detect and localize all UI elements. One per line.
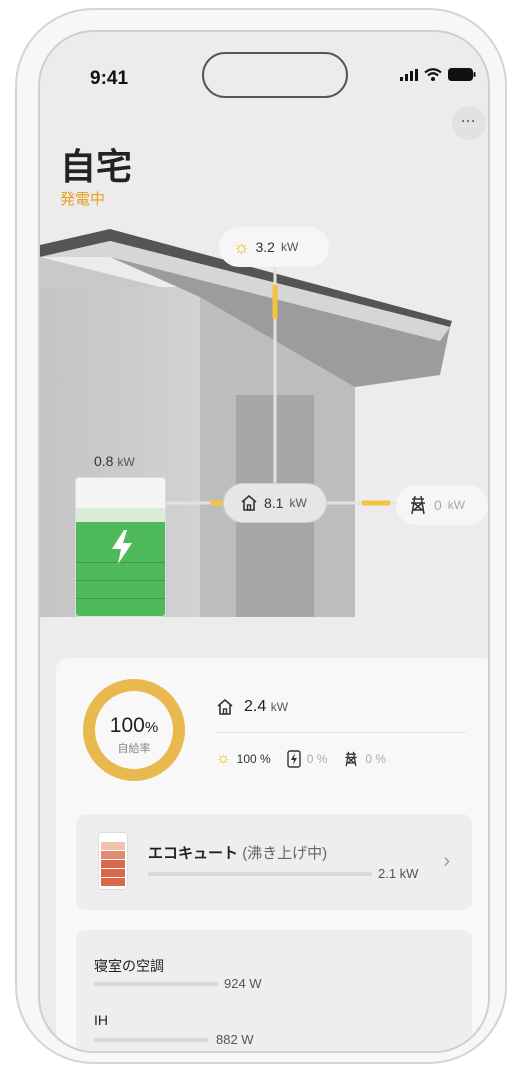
grid-value: 0 — [434, 497, 442, 513]
battery-cell-divider — [76, 580, 165, 581]
battery-icon — [287, 750, 301, 768]
device-list-card: 寝室の空調 924 W IH 882 W — [76, 930, 472, 1051]
house-icon — [241, 495, 257, 511]
home-unit: kW — [289, 496, 307, 510]
battery-ratio: 0 % — [306, 752, 328, 766]
device-name: 寝室の空調 — [94, 958, 164, 974]
signal-icon — [400, 68, 418, 81]
device-bar — [94, 1038, 208, 1042]
power-tower-icon — [411, 495, 425, 515]
wifi-icon — [424, 68, 442, 81]
battery-unit: kW — [117, 455, 135, 469]
status-time: 9:41 — [90, 68, 129, 89]
sun-icon: ☼ — [216, 750, 231, 767]
device-value: 882 W — [216, 1032, 254, 1047]
grid-unit: kW — [447, 498, 466, 512]
self-sufficiency-label: 自給率 — [117, 743, 151, 755]
battery-value: 0.8 — [94, 453, 114, 469]
ecocute-title: エコキュート (沸き上げ中) — [148, 842, 327, 863]
home-usage-row: 2.4 kW — [216, 698, 288, 716]
ecocute-name: エコキュート — [148, 845, 239, 862]
ecocute-bar — [148, 872, 372, 876]
battery-cell-divider — [76, 598, 165, 599]
solar-value: 3.2 — [255, 239, 275, 255]
battery-top-cell — [76, 508, 165, 522]
solar-ratio: 100 % — [236, 752, 271, 766]
divider — [216, 732, 466, 733]
page-title: 自宅 — [60, 146, 133, 187]
self-sufficiency-ring: 100% 自給率 — [82, 678, 186, 782]
water-heater-icon — [98, 832, 128, 890]
grid-pill: 0 kW — [396, 485, 488, 525]
device-value: 924 W — [224, 976, 262, 991]
sun-icon: ☼ — [233, 236, 250, 257]
device-name: IH — [94, 1012, 108, 1028]
ecocute-value: 2.1 kW — [378, 866, 419, 881]
self-sufficiency-value: 100% — [109, 714, 159, 737]
dynamic-island — [202, 52, 348, 98]
source-ratio-row: ☼ 100 % 0 % 0 % — [216, 750, 386, 768]
status-icons — [400, 68, 476, 81]
battery-empty-area — [76, 478, 165, 508]
generation-status: 発電中 — [60, 191, 106, 208]
battery-output-label: 0.8 kW — [94, 453, 135, 469]
chevron-right-icon: › — [443, 850, 450, 872]
ecocute-status: (沸き上げ中) — [242, 845, 328, 862]
energy-flow-scene: ☼ 3.2 kW 8.1 kW 0 kW 0.8 kW — [40, 227, 488, 647]
ecocute-card[interactable]: エコキュート (沸き上げ中) 2.1 kW › — [76, 814, 472, 910]
summary-card: 100% 自給率 2.4 kW ☼ 100 % 0 % 0 % エコキュート (… — [56, 658, 488, 1051]
lightning-icon — [112, 530, 132, 564]
more-options-button[interactable]: ··· — [452, 106, 486, 140]
device-bar — [94, 982, 218, 986]
home-consumption-pill: 8.1 kW — [223, 483, 327, 523]
usage-unit: kW — [270, 700, 289, 714]
power-tower-icon — [345, 751, 357, 767]
house-icon — [217, 699, 233, 715]
solar-output-pill: ☼ 3.2 kW — [219, 227, 329, 267]
grid-ratio: 0 % — [365, 752, 387, 766]
solar-unit: kW — [280, 240, 299, 254]
screen: 9:41 ··· 自宅 発電中 ☼ 3.2 kW 8.1 kW 0 kW 0.8… — [38, 30, 490, 1053]
usage-value: 2.4 — [244, 698, 267, 715]
home-battery[interactable] — [75, 477, 166, 617]
battery-status-icon — [448, 68, 476, 81]
home-value: 8.1 — [264, 495, 284, 511]
